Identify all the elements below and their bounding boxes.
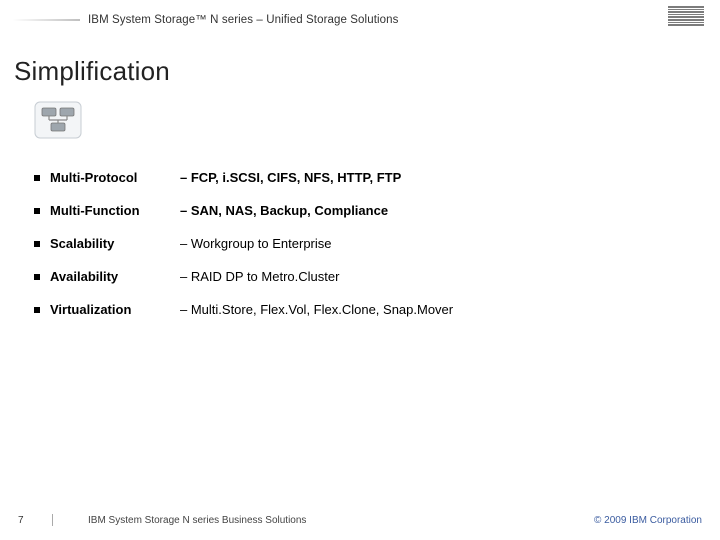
list-item: Scalability – Workgroup to Enterprise: [34, 236, 720, 251]
storage-servers-icon: [34, 101, 720, 144]
page-number: 7: [18, 515, 36, 526]
bullet-list: Multi-Protocol – FCP, i.SCSI, CIFS, NFS,…: [0, 150, 720, 317]
footer: 7 IBM System Storage N series Business S…: [0, 514, 720, 526]
list-item: Availability – RAID DP to Metro.Cluster: [34, 269, 720, 284]
bullet-icon: [34, 175, 40, 181]
bullet-desc: – Workgroup to Enterprise: [180, 236, 332, 251]
list-item: Virtualization – Multi.Store, Flex.Vol, …: [34, 302, 720, 317]
bullet-term: Scalability: [50, 236, 180, 251]
bullet-term: Availability: [50, 269, 180, 284]
bullet-term: Multi-Function: [50, 203, 180, 218]
bullet-desc: – FCP, i.SCSI, CIFS, NFS, HTTP, FTP: [180, 170, 401, 185]
list-item: Multi-Function – SAN, NAS, Backup, Compl…: [34, 203, 720, 218]
bullet-desc: – RAID DP to Metro.Cluster: [180, 269, 339, 284]
bullet-icon: [34, 241, 40, 247]
bullet-icon: [34, 307, 40, 313]
ibm-logo-icon: [668, 6, 704, 32]
bullet-term: Virtualization: [50, 302, 180, 317]
bullet-desc: – SAN, NAS, Backup, Compliance: [180, 203, 388, 218]
bullet-icon: [34, 208, 40, 214]
bullet-icon: [34, 274, 40, 280]
slide: IBM System Storage™ N series – Unified S…: [0, 0, 720, 540]
bullet-desc: – Multi.Store, Flex.Vol, Flex.Clone, Sna…: [180, 302, 453, 317]
header-title: IBM System Storage™ N series – Unified S…: [88, 14, 398, 26]
list-item: Multi-Protocol – FCP, i.SCSI, CIFS, NFS,…: [34, 170, 720, 185]
bullet-term: Multi-Protocol: [50, 170, 180, 185]
footer-title: IBM System Storage N series Business Sol…: [88, 515, 594, 526]
header-bar: IBM System Storage™ N series – Unified S…: [0, 0, 720, 34]
copyright-text: © 2009 IBM Corporation: [594, 515, 702, 526]
header-rule: [12, 19, 80, 21]
footer-divider: [52, 514, 80, 526]
page-title: Simplification: [0, 34, 720, 87]
